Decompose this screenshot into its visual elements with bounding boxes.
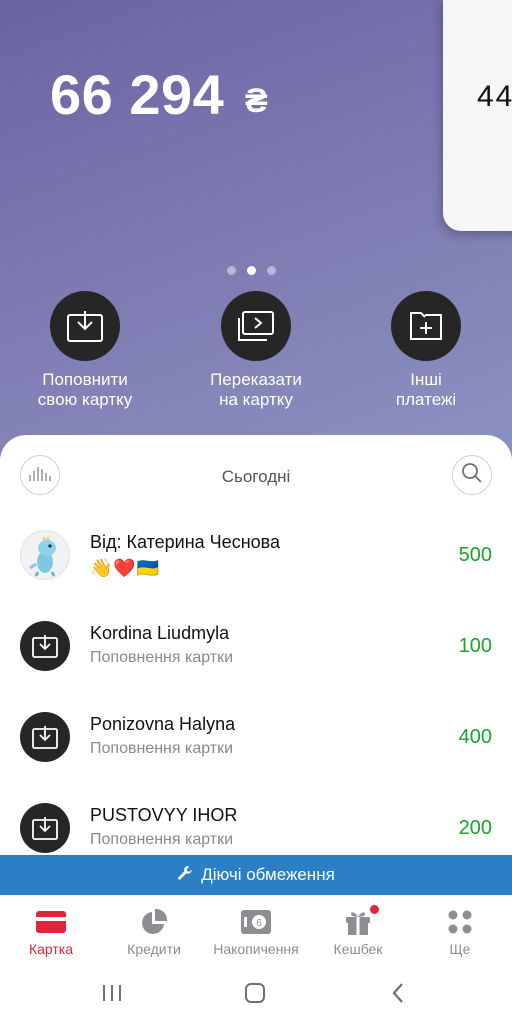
balance-header: 66 294 ₴ 44 Поповнити свою картку Перека… [0, 0, 512, 470]
transaction-subtitle: Поповнення картки [90, 740, 234, 757]
back-button[interactable] [378, 981, 418, 1009]
transaction-name: Від: Катерина Чеснова [90, 532, 281, 552]
folder-plus-icon [391, 291, 461, 361]
transaction-row[interactable]: Kordina Liudmyla Поповнення картки 100 [0, 621, 512, 681]
action-label-line2: свою картку [37, 390, 133, 409]
action-label-line1: Переказати [210, 370, 302, 389]
tab-more[interactable]: Ще [409, 907, 511, 957]
bottom-tab-bar: Картка Кредити 6 Накопичення Кешбек Ще [0, 895, 512, 965]
heart-emoji: ❤️ [113, 558, 136, 578]
transaction-row[interactable]: Ponizovna Halyna Поповнення картки 400 [0, 712, 512, 772]
svg-text:6: 6 [256, 918, 262, 929]
tab-credits[interactable]: Кредити [103, 907, 205, 957]
active-limits-banner[interactable]: Діючі обмеження [0, 855, 512, 895]
download-icon [20, 621, 70, 671]
card-transfer-icon [221, 291, 291, 361]
search-icon [461, 462, 483, 489]
back-icon [390, 982, 406, 1009]
transaction-amount: 200 [458, 817, 492, 839]
transactions-sheet: Сьогодні Від: Катерина Чеснова 👋 ❤️ 🇺🇦 5… [0, 435, 512, 905]
card-icon [0, 907, 102, 937]
day-label: Сьогодні [221, 467, 291, 486]
tab-label: Ще [449, 941, 471, 957]
action-label-line1: Поповнити [42, 370, 128, 389]
pie-chart-icon [103, 907, 205, 937]
transaction-amount: 500 [458, 544, 492, 566]
recent-apps-icon [101, 983, 123, 1008]
page-dot [227, 266, 236, 275]
page-dot-active [247, 266, 256, 275]
recent-apps-button[interactable] [92, 981, 132, 1009]
notification-badge [370, 905, 379, 914]
tab-cashback[interactable]: Кешбек [307, 905, 409, 957]
grid-dots-icon [409, 907, 511, 937]
home-button[interactable] [235, 981, 275, 1009]
flag-emoji: 🇺🇦 [136, 558, 160, 578]
page-dot [267, 266, 276, 275]
dino-avatar [20, 530, 70, 580]
transaction-amount: 400 [458, 726, 492, 748]
next-card-balance: 44 [477, 80, 512, 113]
transaction-row[interactable]: PUSTOVYY IHOR Поповнення картки 200 [0, 803, 512, 863]
transaction-amount: 100 [458, 635, 492, 657]
wrench-icon [177, 865, 193, 886]
other-payments-button[interactable]: Інші платежі [341, 291, 511, 410]
download-icon [50, 291, 120, 361]
transaction-name: PUSTOVYY IHOR [90, 805, 238, 825]
home-icon [244, 982, 266, 1009]
transaction-subtitle: Поповнення картки [90, 649, 234, 666]
gift-icon [307, 905, 409, 937]
active-limits-label: Діючі обмеження [201, 865, 335, 884]
download-icon [20, 712, 70, 762]
tab-label: Картка [28, 941, 74, 957]
transaction-emoji: 👋 ❤️ 🇺🇦 [90, 558, 159, 578]
currency-symbol: ₴ [245, 82, 268, 120]
tab-label: Кредити [127, 941, 181, 957]
tab-savings[interactable]: 6 Накопичення [205, 907, 307, 957]
transaction-name: Ponizovna Halyna [90, 714, 236, 734]
page-indicator [227, 266, 276, 275]
tab-label: Накопичення [213, 941, 299, 957]
transaction-name: Kordina Liudmyla [90, 623, 230, 643]
action-label-line2: на картку [219, 390, 293, 409]
search-button[interactable] [452, 455, 492, 495]
next-card-peek[interactable]: 44 [443, 0, 512, 231]
savings-box-icon: 6 [205, 907, 307, 937]
transactions-header: Сьогодні [0, 455, 512, 497]
tab-card[interactable]: Картка [0, 907, 102, 957]
wave-emoji: 👋 [90, 558, 113, 578]
balance-amount: 66 294 [50, 63, 225, 126]
system-navigation-bar [0, 965, 512, 1024]
transaction-row[interactable]: Від: Катерина Чеснова 👋 ❤️ 🇺🇦 500 [0, 530, 512, 590]
download-icon [20, 803, 70, 853]
tab-label: Кешбек [333, 941, 383, 957]
top-up-card-button[interactable]: Поповнити свою картку [0, 291, 170, 410]
action-label-line1: Інші [410, 370, 442, 389]
action-label-line2: платежі [395, 390, 457, 409]
transaction-subtitle: Поповнення картки [90, 831, 234, 848]
transfer-to-card-button[interactable]: Переказати на картку [171, 291, 341, 410]
